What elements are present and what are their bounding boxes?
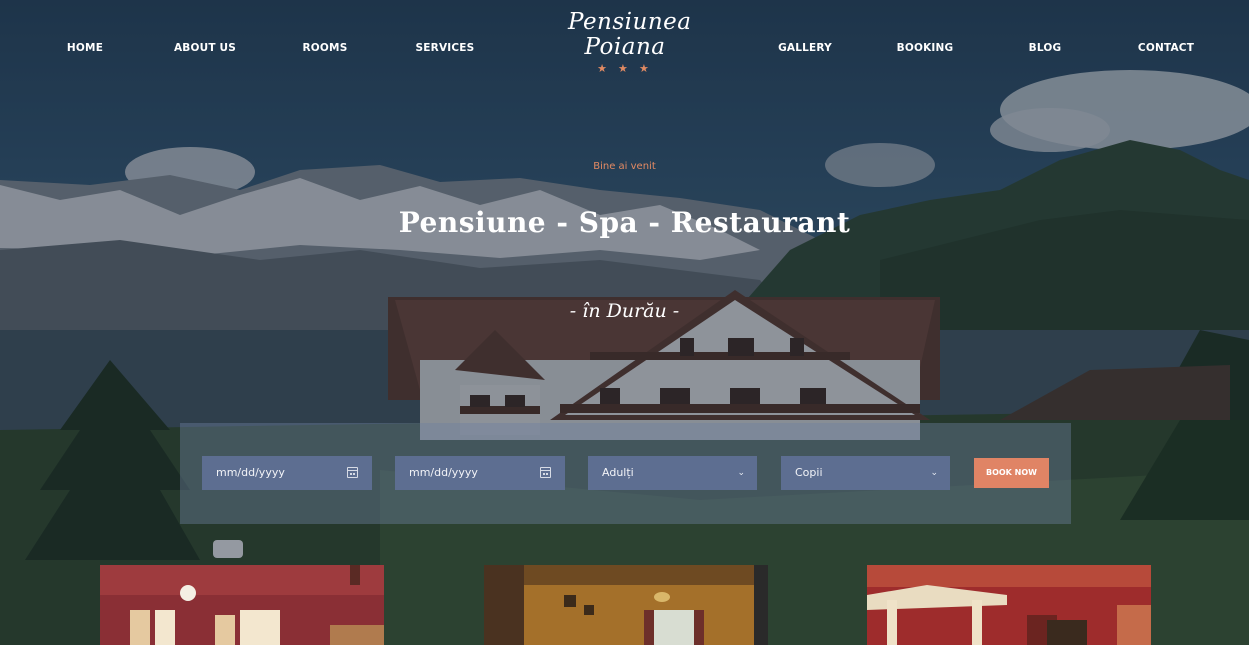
book-now-button[interactable]: BOOK NOW — [974, 458, 1049, 488]
logo-line-1: Pensiunea — [568, 9, 692, 35]
nav-rooms[interactable]: ROOMS — [303, 42, 348, 54]
nav-gallery[interactable]: GALLERY — [778, 42, 832, 54]
rating-stars-icon: ★ ★ ★ — [597, 63, 653, 75]
nav-booking[interactable]: BOOKING — [897, 42, 954, 54]
booking-form: mm/dd/yyyy mm/dd/yyyy Adulți ⌄ Copii ⌄ B… — [180, 423, 1071, 524]
logo-line-2: Poiana — [584, 34, 666, 60]
calendar-icon[interactable] — [540, 467, 551, 478]
room-photo-3 — [867, 565, 1151, 655]
hero-background — [0, 0, 1249, 655]
children-select-value: Copii — [795, 466, 823, 479]
hero-subtitle: - în Durău - — [569, 300, 680, 322]
chevron-down-icon: ⌄ — [737, 468, 745, 478]
nav-home[interactable]: HOME — [67, 42, 103, 54]
room-card-2[interactable] — [484, 565, 768, 655]
hero-headline: Pensiune - Spa - Restaurant — [398, 206, 851, 239]
checkin-placeholder: mm/dd/yyyy — [216, 466, 285, 479]
welcome-text: Bine ai venit — [593, 161, 656, 172]
room-card-3[interactable] — [867, 565, 1151, 655]
room-card-1[interactable] — [100, 565, 384, 655]
content-section-edge — [0, 645, 1249, 655]
children-select[interactable]: Copii ⌄ — [781, 456, 950, 490]
checkout-date-input[interactable]: mm/dd/yyyy — [395, 456, 565, 490]
nav-about-us[interactable]: ABOUT US — [174, 42, 236, 54]
adults-select[interactable]: Adulți ⌄ — [588, 456, 757, 490]
room-photo-2 — [484, 565, 768, 655]
chevron-down-icon: ⌄ — [930, 468, 938, 478]
nav-services[interactable]: SERVICES — [416, 42, 475, 54]
nav-contact[interactable]: CONTACT — [1138, 42, 1194, 54]
main-nav: HOME ABOUT US ROOMS SERVICES Pensiunea P… — [0, 0, 1249, 96]
room-photo-1 — [100, 565, 384, 655]
checkout-placeholder: mm/dd/yyyy — [409, 466, 478, 479]
site-logo[interactable]: Pensiunea Poiana ★ ★ ★ — [568, 9, 692, 84]
nav-blog[interactable]: BLOG — [1029, 42, 1062, 54]
checkin-date-input[interactable]: mm/dd/yyyy — [202, 456, 372, 490]
adults-select-value: Adulți — [602, 466, 634, 479]
calendar-icon[interactable] — [347, 467, 358, 478]
